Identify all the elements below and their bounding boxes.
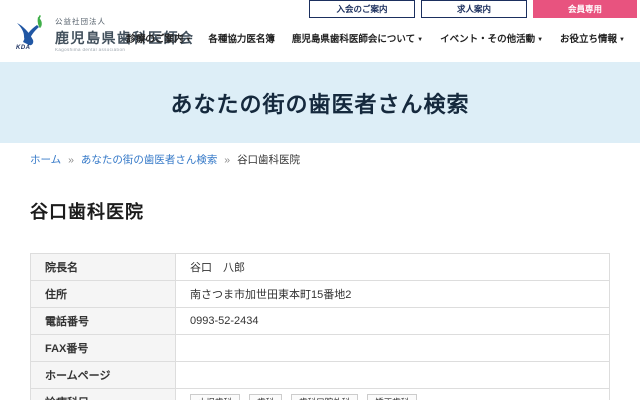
table-row-director: 院長名 谷口 八郎: [30, 253, 610, 281]
job-info-button[interactable]: 求人案内: [421, 0, 527, 18]
nav-item-useful-info[interactable]: お役立ち情報 ▼: [560, 31, 625, 45]
row-label: ホームページ: [30, 361, 176, 389]
row-label: 住所: [30, 280, 176, 308]
main-content: ホーム » あなたの街の歯医者さん検索 » 谷口歯科医院 谷口歯科医院 院長名 …: [0, 152, 640, 400]
department-tag: 矯正歯科: [367, 393, 418, 400]
department-tag: 小児歯科: [190, 393, 241, 400]
logo-acronym: KDA: [16, 45, 31, 51]
members-only-button[interactable]: 会員専用: [533, 0, 637, 18]
join-guide-button[interactable]: 入会のご案内: [309, 0, 415, 18]
table-row-fax: FAX番号: [30, 334, 610, 362]
header-action-buttons: 入会のご案内 求人案内 会員専用: [309, 0, 637, 18]
page-title: 谷口歯科医院: [30, 202, 144, 222]
site-header: KDA 公益社団法人 鹿児島県歯科医師会 Kagoshima dental as…: [0, 0, 640, 62]
row-value: 小児歯科 歯科 歯科口腔外科 矯正歯科: [175, 388, 610, 400]
main-nav: 診療のご案内 ▼ 各種協力医名簿 鹿児島県歯科医師会について ▼ イベント・その他活…: [126, 31, 625, 45]
nav-item-medical-guide[interactable]: 診療のご案内 ▼: [126, 31, 191, 45]
chevron-down-icon: ▼: [619, 37, 625, 43]
hero-title: あなたの街の歯医者さん検索: [170, 91, 470, 117]
nav-item-about-association[interactable]: 鹿児島県歯科医師会について ▼: [292, 31, 423, 45]
breadcrumb: ホーム » あなたの街の歯医者さん検索 » 谷口歯科医院: [30, 152, 610, 167]
row-value: [175, 361, 610, 389]
row-value: 南さつま市加世田東本町15番地2: [175, 280, 610, 308]
nav-item-events[interactable]: イベント・その他活動 ▼: [440, 31, 543, 45]
breadcrumb-home-link[interactable]: ホーム: [30, 154, 61, 166]
table-row-address: 住所 南さつま市加世田東本町15番地2: [30, 280, 610, 308]
row-label: 電話番号: [30, 307, 176, 335]
org-type-label: 公益社団法人: [55, 17, 106, 26]
breadcrumb-current-page: 谷口歯科医院: [237, 154, 301, 166]
breadcrumb-search-link[interactable]: あなたの街の歯医者さん検索: [81, 154, 218, 166]
kda-logo-icon: KDA: [13, 13, 49, 51]
table-row-departments: 診療科目 小児歯科 歯科 歯科口腔外科 矯正歯科: [30, 388, 610, 400]
clinic-info-table: 院長名 谷口 八郎 住所 南さつま市加世田東本町15番地2 電話番号 0993-…: [30, 253, 610, 400]
row-value: [175, 334, 610, 362]
row-label: 診療科目: [30, 388, 176, 400]
row-value: 0993-52-2434: [175, 307, 610, 335]
department-tag: 歯科: [249, 393, 283, 400]
nav-item-cooperating-doctors[interactable]: 各種協力医名簿: [208, 31, 275, 45]
row-label: FAX番号: [30, 334, 176, 362]
row-value: 谷口 八郎: [175, 253, 610, 281]
chevron-down-icon: ▼: [417, 37, 424, 43]
chevron-down-icon: ▼: [185, 37, 192, 43]
row-label: 院長名: [30, 253, 176, 281]
table-row-phone: 電話番号 0993-52-2434: [30, 307, 610, 335]
breadcrumb-separator: »: [224, 154, 231, 166]
department-tag: 歯科口腔外科: [291, 393, 359, 400]
breadcrumb-separator: »: [68, 154, 74, 166]
table-row-homepage: ホームページ: [30, 361, 610, 389]
hero-banner: あなたの街の歯医者さん検索: [0, 62, 640, 143]
org-name-english: Kagoshima dental association: [55, 48, 126, 53]
chevron-down-icon: ▼: [537, 37, 544, 43]
